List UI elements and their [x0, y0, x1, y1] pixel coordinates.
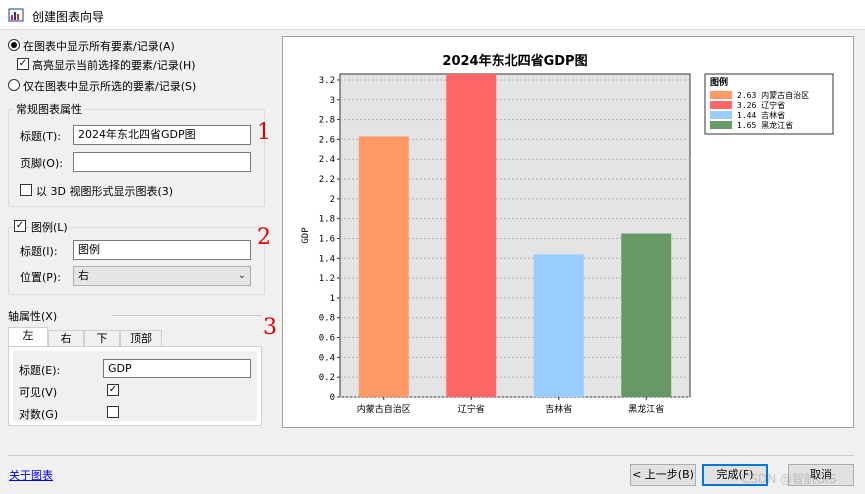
- annotation-mark-1: 1: [257, 120, 271, 145]
- y-tick-label: 2.4: [319, 155, 335, 165]
- x-tick-label: 黑龙江省: [628, 403, 664, 415]
- legend-label: 2.63 内蒙古自治区: [737, 90, 809, 100]
- legend-title-input[interactable]: 图例: [73, 240, 251, 260]
- back-button[interactable]: < 上一步(B): [630, 464, 696, 486]
- chart-title: 2024年东北四省GDP图: [442, 53, 587, 69]
- legend-swatch: [710, 101, 732, 109]
- legend-title: 图例: [710, 76, 728, 88]
- y-tick-label: 1.2: [319, 274, 335, 284]
- bar: [621, 233, 672, 397]
- axis-title-label: 标题(E):: [19, 364, 61, 377]
- legend-label: 1.65 黑龙江省: [737, 120, 793, 130]
- y-tick-label: 0.2: [319, 373, 335, 383]
- axis-title-input[interactable]: GDP: [103, 359, 251, 378]
- legend-swatch: [710, 91, 732, 99]
- general-group-label: 常规图表属性: [14, 101, 84, 117]
- legend-label: 1.44 吉林省: [737, 110, 785, 120]
- y-axis-label: GDP: [301, 227, 311, 244]
- tab-left[interactable]: 左: [8, 327, 48, 347]
- axis-visible-checkbox[interactable]: ✓: [107, 384, 119, 396]
- bar: [533, 254, 584, 397]
- axis-group-label: 轴属性(X): [8, 310, 58, 323]
- y-tick-label: 1.6: [319, 234, 335, 244]
- y-tick-label: 2: [330, 195, 335, 205]
- axis-settings-panel: 标题(E): GDP 可见(V) ✓ 对数(G): [13, 351, 257, 421]
- legend-group-label[interactable]: 图例(L): [29, 219, 70, 235]
- y-tick-label: 0.4: [319, 353, 335, 363]
- legend-swatch: [710, 121, 732, 129]
- legend-checkbox[interactable]: ✓: [14, 220, 26, 232]
- x-tick-label: 内蒙古自治区: [357, 403, 411, 415]
- y-tick-label: 0.8: [319, 314, 335, 324]
- footer-input[interactable]: [73, 152, 251, 172]
- show-all-radio[interactable]: [8, 39, 20, 51]
- legend-position-value: 右: [78, 269, 89, 282]
- axis-log-label: 对数(G): [19, 408, 59, 421]
- show-selected-radio[interactable]: [8, 79, 20, 91]
- annotation-mark-3: 3: [263, 315, 277, 340]
- legend-swatch: [710, 111, 732, 119]
- axis-tab-panel: 标题(E): GDP 可见(V) ✓ 对数(G): [8, 346, 262, 426]
- y-tick-label: 3.2: [319, 76, 335, 86]
- title-bar: 创建图表向导: [0, 0, 865, 30]
- legend-position-select[interactable]: 右 ⌄: [73, 266, 251, 286]
- chart-title-label: 标题(T):: [20, 130, 62, 143]
- y-tick-label: 2.2: [319, 175, 335, 185]
- chart-wizard-icon: [8, 8, 24, 22]
- footer-label: 页脚(O):: [20, 157, 63, 170]
- axis-group-divider: [112, 315, 262, 316]
- bar: [358, 136, 409, 398]
- show-selected-label[interactable]: 仅在图表中显示所选的要素/记录(S): [23, 78, 196, 94]
- view-3d-label[interactable]: 以 3D 视图形式显示图表(3): [36, 183, 173, 199]
- y-tick-label: 0: [330, 393, 335, 403]
- chart: 2024年东北四省GDP图 0 0.2 0.4 0.6 0.8 1 1.2 1.4 1.6 1.8 2…: [301, 53, 834, 415]
- highlight-checkbox[interactable]: ✓: [17, 58, 29, 70]
- y-tick-label: 2.8: [319, 116, 335, 126]
- chevron-down-icon: ⌄: [237, 270, 246, 281]
- legend-label: 3.26 辽宁省: [737, 100, 785, 110]
- y-tick-label: 1: [330, 294, 335, 304]
- window-title: 创建图表向导: [32, 10, 105, 24]
- legend-title-label: 标题(I):: [20, 245, 58, 258]
- y-tick-label: 0.6: [319, 334, 335, 344]
- y-tick-label: 1.4: [319, 254, 335, 264]
- y-tick-label: 3: [330, 96, 335, 106]
- watermark: CSDN @智航GIS: [742, 472, 837, 486]
- chart-title-input[interactable]: 2024年东北四省GDP图: [73, 125, 251, 145]
- y-tick-label: 2.6: [319, 135, 335, 145]
- footer-divider: [8, 455, 854, 456]
- highlight-label[interactable]: 高亮显示当前选择的要素/记录(H): [32, 57, 196, 73]
- about-chart-link[interactable]: 关于图表: [9, 467, 53, 483]
- axis-visible-label: 可见(V): [19, 386, 58, 399]
- legend-position-label: 位置(P):: [20, 271, 61, 284]
- view-3d-checkbox[interactable]: [20, 184, 32, 196]
- bar: [446, 74, 497, 397]
- annotation-mark-2: 2: [257, 225, 271, 250]
- x-tick-label: 辽宁省: [458, 403, 485, 415]
- show-all-label[interactable]: 在图表中显示所有要素/记录(A): [23, 38, 175, 54]
- chart-preview-panel: 2024年东北四省GDP图 0 0.2 0.4 0.6 0.8 1 1.2 1.4 1.6 1.8 2…: [282, 36, 854, 428]
- x-tick-label: 吉林省: [545, 403, 572, 415]
- axis-log-checkbox[interactable]: [107, 406, 119, 418]
- y-tick-label: 1.8: [319, 215, 335, 225]
